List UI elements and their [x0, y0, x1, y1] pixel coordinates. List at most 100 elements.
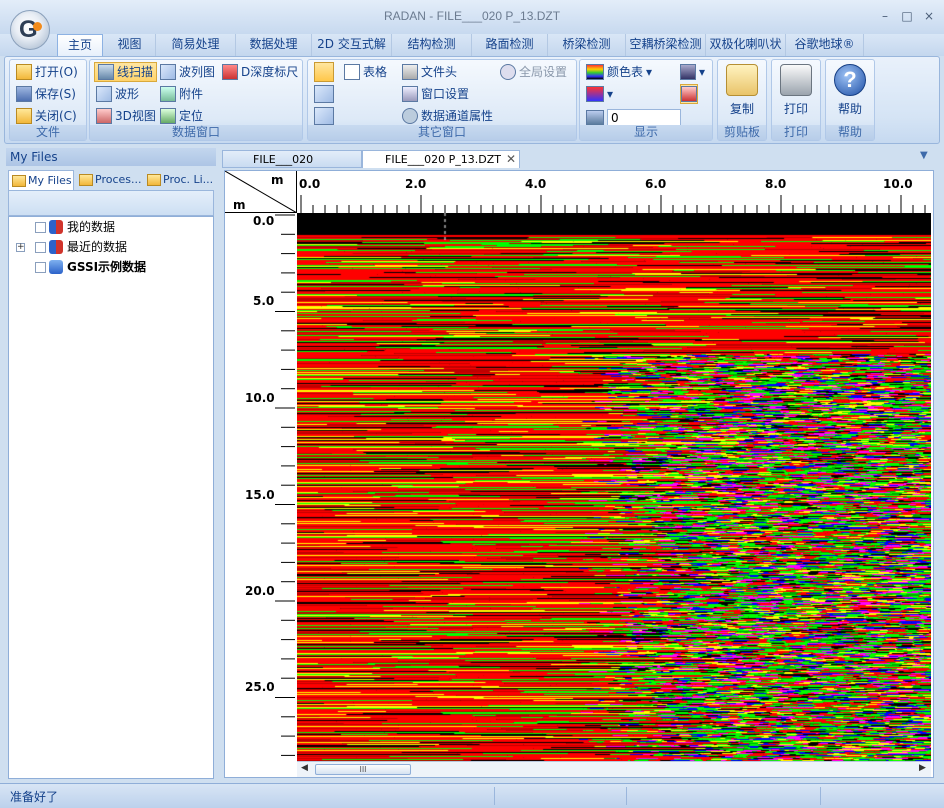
tab-view[interactable]: 视图: [104, 34, 156, 56]
colorbar-button[interactable]: [680, 84, 698, 104]
scroll-right-icon[interactable]: ▶: [919, 763, 926, 773]
tab-processes[interactable]: Proces...: [76, 170, 142, 190]
layout-list-icon: [314, 107, 334, 125]
layout-1-button[interactable]: [314, 62, 334, 82]
tab-aircoupled-bridge[interactable]: 空耦桥梁检测: [626, 34, 706, 56]
group-data-window: 线扫描 波列图 D深度标尺 波形 附件 3D视图 定位 数据窗口: [89, 59, 303, 141]
open-button[interactable]: 打开(O): [16, 62, 78, 82]
close-tab-icon[interactable]: ✕: [506, 152, 516, 166]
close-window-button[interactable]: ×: [920, 8, 938, 24]
window-settings-button[interactable]: 窗口设置: [402, 84, 469, 104]
table-button[interactable]: 表格: [344, 62, 387, 82]
group-label-data-window: 数据窗口: [90, 125, 302, 140]
group-other-window: 表格 文件头 全局设置 窗口设置 数据通道属性 其它窗口: [307, 59, 577, 141]
group-help: ? 帮助 帮助: [825, 59, 875, 141]
document-tab-bar: FILE___020 P_1.DZT FILE___020 P_13.DZT ✕…: [222, 148, 940, 184]
dropdown-arrow-icon: ▾: [699, 65, 706, 79]
group-label-display: 显示: [580, 125, 712, 140]
linescan-icon: [98, 64, 114, 80]
folder-open-icon: [16, 64, 32, 80]
tab-list-dropdown-icon[interactable]: ▼: [920, 150, 928, 161]
wiggle-button[interactable]: 波列图: [160, 62, 215, 82]
tab-2d-interactive[interactable]: 2D 交互式解释: [312, 34, 392, 56]
file-header-button[interactable]: 文件头: [402, 62, 457, 82]
tab-proc-list[interactable]: Proc. Li...: [144, 170, 214, 190]
scroll-thumb[interactable]: III: [315, 764, 411, 775]
global-settings-button[interactable]: 全局设置: [500, 62, 567, 82]
display-mode-button[interactable]: ▾: [680, 62, 705, 82]
attachment-icon: [160, 86, 176, 102]
tab-dual-polarized[interactable]: 双极化喇叭状: [706, 34, 786, 56]
linescan-button[interactable]: 线扫描: [94, 62, 158, 82]
waveform-button[interactable]: 波形: [96, 84, 139, 104]
y-tick-label: 0.0: [253, 214, 275, 228]
tree-item-recent-data[interactable]: + 最近的数据: [9, 238, 209, 256]
tree-checkbox[interactable]: [35, 242, 46, 253]
palette-dropdown[interactable]: ▾: [586, 84, 613, 104]
help-button[interactable]: ? 帮助: [826, 64, 874, 117]
doc-tab-p1[interactable]: FILE___020 P_1.DZT: [222, 150, 362, 184]
tab-home[interactable]: 主页: [57, 34, 103, 56]
tab-structure-inspection[interactable]: 结构检测: [392, 34, 472, 56]
tree-checkbox[interactable]: [35, 262, 46, 273]
attachment-button[interactable]: 附件: [160, 84, 203, 104]
group-label-file: 文件: [10, 125, 86, 140]
view3d-button[interactable]: 3D视图: [96, 106, 156, 126]
group-label-other-window: 其它窗口: [308, 125, 576, 140]
group-label-clipboard: 剪贴板: [718, 125, 766, 140]
folder-icon: [147, 174, 161, 186]
tab-my-files[interactable]: My Files: [8, 170, 74, 190]
horizontal-scrollbar[interactable]: ◀ III ▶: [297, 761, 931, 777]
scroll-left-icon[interactable]: ◀: [301, 763, 308, 773]
window-settings-icon: [402, 86, 418, 102]
folder-close-icon: [16, 108, 32, 124]
expand-icon[interactable]: +: [16, 243, 25, 252]
gear-icon: [500, 64, 516, 80]
tree-checkbox[interactable]: [35, 222, 46, 233]
depth-ruler-button[interactable]: D深度标尺: [222, 62, 298, 82]
gears-icon: [402, 108, 418, 124]
tree-item-my-data[interactable]: 我的数据: [9, 218, 209, 236]
maximize-button[interactable]: □: [898, 8, 916, 24]
tree-item-gssi-samples[interactable]: GSSI示例数据: [9, 258, 209, 276]
wiggle-icon: [160, 64, 176, 80]
close-file-button[interactable]: 关闭(C): [16, 106, 77, 126]
tab-simple-processing[interactable]: 简易处理: [156, 34, 236, 56]
panel-toolbar: [8, 190, 214, 216]
group-file: 打开(O) 保存(S) 关闭(C) 文件: [9, 59, 87, 141]
layout-split-icon: [314, 85, 334, 103]
copy-button[interactable]: 复制: [718, 64, 766, 117]
layout-3-button[interactable]: [314, 106, 334, 126]
locate-button[interactable]: 定位: [160, 106, 203, 126]
doc-tab-p13[interactable]: FILE___020 P_13.DZT: [362, 150, 520, 168]
group-display: 颜色表 ▾ ▾ ▾ 0 显示: [579, 59, 713, 141]
channel-properties-button[interactable]: 数据通道属性: [402, 106, 493, 126]
tab-google-earth[interactable]: 谷歌地球®: [786, 34, 864, 56]
x-tick-label: 4.0: [525, 177, 547, 191]
dropdown-arrow-icon: ▾: [646, 65, 653, 79]
y-unit-label: m: [233, 198, 246, 212]
tab-pavement-inspection[interactable]: 路面检测: [472, 34, 548, 56]
y-tick-label: 5.0: [253, 294, 275, 308]
color-table-button[interactable]: 颜色表 ▾: [586, 62, 652, 82]
horizontal-ruler: 0.0 2.0 4.0 6.0 8.0 10.0: [297, 171, 931, 213]
panel-title: My Files: [6, 148, 216, 166]
layout-2-button[interactable]: [314, 84, 334, 104]
palette-icon: [586, 86, 604, 102]
database-icon: [49, 220, 63, 234]
x-tick-label: 8.0: [765, 177, 787, 191]
tab-data-processing[interactable]: 数据处理: [236, 34, 312, 56]
gain-icon: [586, 110, 604, 126]
dropdown-arrow-icon: ▾: [607, 87, 614, 101]
print-button[interactable]: 打印: [772, 64, 820, 117]
tab-bridge-inspection[interactable]: 桥梁检测: [548, 34, 626, 56]
depth-ruler-icon: [222, 64, 238, 80]
app-logo-button[interactable]: G: [10, 10, 50, 50]
vertical-ruler: 0.0 5.0 10.0 15.0 20.0 25.0: [225, 213, 297, 761]
status-bar: 准备好了: [0, 783, 944, 808]
radar-scan-image[interactable]: [297, 213, 931, 761]
x-unit-label: m: [271, 173, 284, 187]
minimize-button[interactable]: –: [876, 8, 894, 24]
save-button[interactable]: 保存(S): [16, 84, 76, 104]
status-divider: [626, 787, 627, 805]
